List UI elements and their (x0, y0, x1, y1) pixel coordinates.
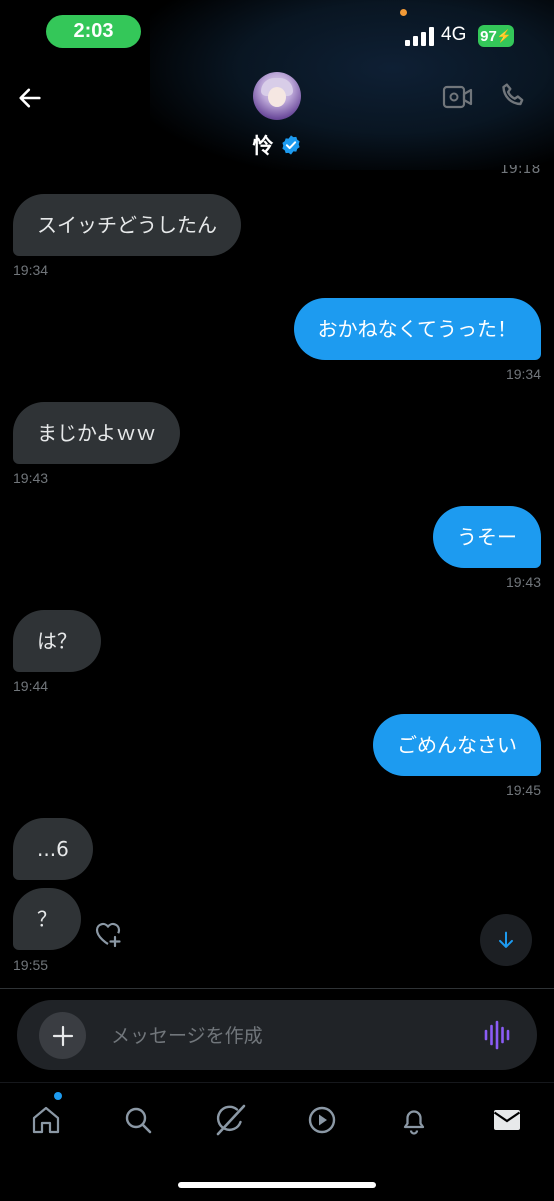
plus-icon (52, 1025, 73, 1046)
signal-icon (405, 27, 435, 46)
contact-name: 怜 (252, 134, 274, 158)
message-timestamp: 19:34 (505, 366, 541, 382)
bell-icon (403, 1110, 425, 1135)
message-composer (17, 1000, 537, 1072)
voice-message-button[interactable] (483, 1020, 513, 1050)
battery-level: 97 (480, 27, 497, 45)
phone-icon (502, 83, 524, 106)
message-timestamp: 19:45 (505, 782, 541, 798)
add-reaction-button[interactable] (92, 918, 124, 950)
tab-video[interactable] (302, 1100, 342, 1140)
message-bubble-outgoing[interactable]: うそー (433, 506, 541, 568)
voice-waveform-icon (484, 1020, 510, 1050)
back-button[interactable] (10, 78, 50, 118)
status-time: 2:03 (46, 15, 141, 48)
battery-indicator: 97 ⚡ (478, 25, 514, 47)
status-bar: 2:03 4G 97 ⚡ (0, 0, 554, 62)
voice-call-button[interactable] (498, 80, 530, 112)
home-icon (32, 1106, 60, 1134)
message-bubble-incoming[interactable]: スイッチどうしたん (13, 194, 241, 256)
charging-icon: ⚡ (496, 29, 512, 43)
grok-icon (216, 1104, 246, 1136)
scroll-to-bottom-button[interactable] (480, 914, 532, 966)
arrow-down-icon (499, 931, 513, 948)
heart-plus-icon (95, 922, 121, 948)
back-arrow-icon (19, 88, 41, 108)
message-timestamp: 19:34 (13, 262, 49, 278)
message-bubble-incoming[interactable]: ...6 (13, 818, 93, 880)
home-indicator (178, 1182, 376, 1188)
avatar[interactable] (253, 72, 301, 120)
conversation-header: 怜 (0, 62, 554, 170)
envelope-icon (493, 1110, 521, 1130)
home-notification-dot (54, 1092, 62, 1100)
video-play-icon (308, 1106, 336, 1134)
privacy-indicator-dot (400, 9, 407, 16)
composer-divider (0, 988, 554, 989)
message-bubble-incoming[interactable]: ？ (13, 888, 81, 950)
tab-home[interactable] (26, 1100, 66, 1140)
verified-badge-icon (281, 135, 300, 155)
message-bubble-outgoing[interactable]: おかねなくてうった！ (293, 298, 541, 360)
video-call-button[interactable] (442, 82, 474, 112)
message-bubble-incoming[interactable]: は？ (13, 610, 101, 672)
video-camera-icon (442, 85, 473, 109)
message-bubble-outgoing[interactable]: ごめんなさい (373, 714, 541, 776)
message-timestamp: 19:43 (505, 574, 541, 590)
attach-button[interactable] (39, 1012, 86, 1059)
message-input[interactable] (109, 1000, 463, 1072)
search-icon (125, 1107, 152, 1134)
message-timestamp: 19:44 (13, 678, 49, 694)
tab-grok[interactable] (210, 1100, 250, 1140)
contact-name-row[interactable]: 怜 (0, 130, 554, 160)
message-timestamp: 19:55 (13, 957, 49, 973)
tab-search[interactable] (118, 1100, 158, 1140)
message-bubble-incoming[interactable]: まじかよｗｗ (13, 402, 180, 464)
network-type: 4G (441, 24, 467, 45)
tab-messages[interactable] (487, 1100, 527, 1140)
tab-notifications[interactable] (394, 1100, 434, 1140)
message-timestamp: 19:43 (13, 470, 49, 486)
